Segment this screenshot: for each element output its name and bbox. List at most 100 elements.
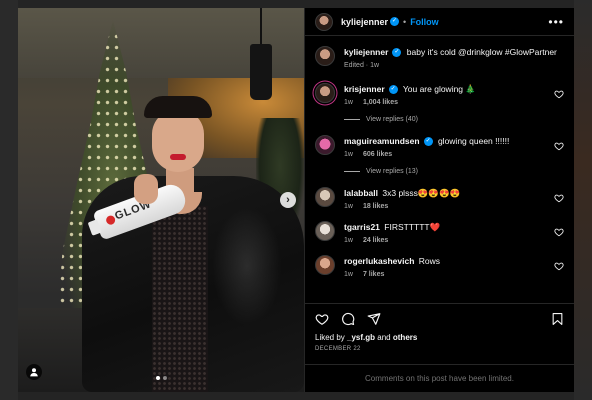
- share-send-icon[interactable]: [367, 312, 381, 326]
- comment-text: 3x3 plsss😍😍😍😍: [382, 188, 461, 198]
- comment-likes[interactable]: 7 likes: [363, 271, 384, 278]
- comment-text-line: tgarris21 FIRSTTTTT❤️: [344, 221, 545, 233]
- comment-meta: 1w 24 likes: [344, 237, 545, 244]
- user-icon: [30, 368, 38, 377]
- liked-by-user[interactable]: _ysf.gb: [347, 333, 375, 342]
- verified-badge-icon: ✓: [392, 48, 402, 58]
- comment-item: tgarris21 FIRSTTTTT❤️ 1w 24 likes: [315, 221, 564, 244]
- comment-meta: 1w 18 likes: [344, 203, 545, 210]
- comment-item: lalabball 3x3 plsss😍😍😍😍 1w 18 likes: [315, 187, 564, 210]
- heart-icon[interactable]: [554, 227, 564, 237]
- caption-meta: Edited · 1w: [344, 62, 564, 69]
- caption-author-avatar[interactable]: [315, 46, 335, 66]
- commenter-avatar[interactable]: [315, 221, 335, 241]
- comment-likes[interactable]: 1,004 likes: [363, 99, 398, 106]
- header-separator: •: [403, 16, 407, 27]
- comment-text-line: rogerlukashevich Rows: [344, 255, 545, 267]
- follow-button[interactable]: Follow: [410, 17, 439, 27]
- comment-time: 1w: [344, 151, 353, 158]
- comment-likes[interactable]: 18 likes: [363, 203, 388, 210]
- comment-time: 1w: [344, 203, 353, 210]
- photo-jacket-sheen: [212, 206, 282, 326]
- post-date[interactable]: DECEMBER 22: [305, 342, 574, 352]
- caption-username[interactable]: kyliejenner: [344, 47, 388, 57]
- author-avatar[interactable]: [315, 12, 333, 31]
- carousel-indicator: [156, 376, 167, 380]
- post-side-panel: kyliejenner ✓ • Follow ••• kyliejenner ✓ …: [304, 8, 574, 392]
- photo-hair: [144, 96, 212, 118]
- author-username[interactable]: kyliejenner: [341, 17, 388, 27]
- heart-icon[interactable]: [554, 193, 564, 203]
- comment-username[interactable]: maguireamundsen: [344, 136, 420, 146]
- comment-body: lalabball 3x3 plsss😍😍😍😍 1w 18 likes: [344, 187, 545, 210]
- verified-badge-icon: ✓: [423, 137, 433, 147]
- comment-text-line: maguireamundsen ✓ glowing queen !!!!!!: [344, 135, 545, 147]
- post-modal: GLOW › kyliejenner ✓ • Follow ••• kyliej…: [18, 8, 574, 392]
- view-replies-button[interactable]: View replies (13): [344, 168, 564, 175]
- comment-time: 1w: [344, 237, 353, 244]
- comment-meta: 1w 1,004 likes: [344, 99, 545, 106]
- tagged-users-button[interactable]: [26, 364, 42, 380]
- comment-username[interactable]: tgarris21: [344, 222, 380, 232]
- like-heart-icon[interactable]: [315, 312, 329, 326]
- comment-meta: 1w 7 likes: [344, 271, 545, 278]
- liked-by-line: Liked by _ysf.gb and others: [305, 333, 574, 342]
- comment-text: FIRSTTTTT❤️: [384, 222, 441, 232]
- comment-text-line: lalabball 3x3 plsss😍😍😍😍: [344, 187, 545, 199]
- comment-item: maguireamundsen ✓ glowing queen !!!!!! 1w…: [315, 135, 564, 158]
- comment-item: rogerlukashevich Rows 1w 7 likes: [315, 255, 564, 278]
- photo-lamp-cord: [260, 8, 262, 44]
- comment-username[interactable]: krisjenner: [344, 84, 385, 94]
- comment-likes[interactable]: 24 likes: [363, 237, 388, 244]
- heart-icon[interactable]: [554, 141, 564, 151]
- view-replies-label[interactable]: View replies (13): [366, 168, 418, 175]
- replies-line: [344, 171, 360, 172]
- photo-face: [152, 110, 204, 172]
- comment-bubble-icon[interactable]: [341, 312, 355, 326]
- comment-time: 1w: [344, 99, 353, 106]
- comment-username[interactable]: lalabball: [344, 188, 378, 198]
- post-actions-bar: [305, 303, 574, 333]
- heart-icon[interactable]: [554, 261, 564, 271]
- liked-by-others-link[interactable]: others: [393, 333, 417, 342]
- heart-icon[interactable]: [554, 89, 564, 99]
- caption-edited-time: Edited · 1w: [344, 62, 380, 69]
- more-options-icon[interactable]: •••: [548, 15, 564, 29]
- carousel-next-button[interactable]: ›: [280, 192, 296, 208]
- caption-text-line: kyliejenner ✓ baby it's cold @drinkglow #…: [344, 46, 564, 58]
- replies-line: [344, 119, 360, 120]
- comment-time: 1w: [344, 271, 353, 278]
- commenter-avatar[interactable]: [315, 135, 335, 155]
- comment-username[interactable]: rogerlukashevich: [344, 256, 414, 266]
- commenter-avatar[interactable]: [315, 83, 335, 103]
- view-replies-label[interactable]: View replies (40): [366, 116, 418, 123]
- photo-lips: [170, 154, 186, 160]
- caption-text: baby it's cold @drinkglow #GlowPartner: [406, 47, 557, 57]
- post-media[interactable]: GLOW ›: [18, 8, 304, 392]
- comment-text: You are glowing 🎄: [402, 84, 476, 94]
- comment-text-line: krisjenner ✓ You are glowing 🎄: [344, 83, 545, 95]
- comments-list[interactable]: kyliejenner ✓ baby it's cold @drinkglow #…: [305, 36, 574, 303]
- comment-text: Rows: [418, 256, 441, 266]
- caption: kyliejenner ✓ baby it's cold @drinkglow #…: [315, 46, 564, 69]
- comment-body: rogerlukashevich Rows 1w 7 likes: [344, 255, 545, 278]
- view-replies-button[interactable]: View replies (40): [344, 116, 564, 123]
- post-header: kyliejenner ✓ • Follow •••: [305, 8, 574, 36]
- comment-body: maguireamundsen ✓ glowing queen !!!!!! 1w…: [344, 135, 545, 158]
- photo-lace-top: [152, 206, 208, 392]
- caption-body: kyliejenner ✓ baby it's cold @drinkglow #…: [344, 46, 564, 69]
- comment-likes[interactable]: 606 likes: [363, 151, 392, 158]
- liked-by-prefix: Liked by: [315, 333, 345, 342]
- comment-text: glowing queen !!!!!!: [437, 136, 510, 146]
- backdrop-left-strip: [0, 0, 18, 400]
- comment-meta: 1w 606 likes: [344, 151, 545, 158]
- commenter-avatar[interactable]: [315, 255, 335, 275]
- commenter-avatar[interactable]: [315, 187, 335, 207]
- bookmark-icon[interactable]: [551, 312, 564, 326]
- verified-badge-icon: ✓: [388, 85, 398, 95]
- liked-by-and: and: [377, 333, 391, 342]
- comment-body: tgarris21 FIRSTTTTT❤️ 1w 24 likes: [344, 221, 545, 244]
- comment-item: krisjenner ✓ You are glowing 🎄 1w 1,004 l…: [315, 83, 564, 106]
- photo-person: GLOW: [82, 96, 304, 392]
- carousel-dot-1: [156, 376, 160, 380]
